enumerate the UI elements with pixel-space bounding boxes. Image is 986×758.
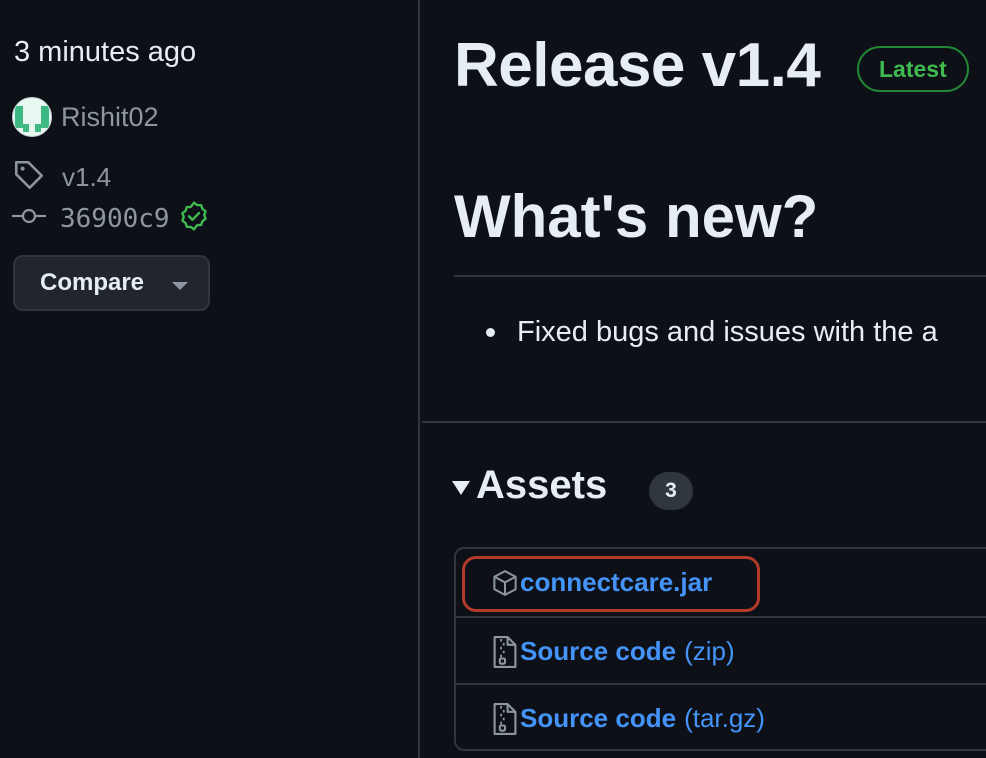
release-time: 3 minutes ago: [14, 36, 197, 68]
whats-new-heading: What's new?: [454, 183, 819, 250]
asset-link-source-zip[interactable]: Source code: [520, 636, 676, 667]
compare-label: Compare: [40, 269, 145, 296]
tag-icon: [12, 158, 46, 197]
assets-title: Assets: [476, 463, 608, 507]
divider: [422, 421, 986, 423]
author-name[interactable]: Rishit02: [61, 102, 159, 133]
verified-icon[interactable]: [178, 200, 210, 237]
asset-row: connectcare.jar: [456, 549, 986, 616]
assets-count-badge: 3: [649, 472, 693, 510]
release-sidebar: 3 minutes ago Rishit02 v1.4 36900c9 Comp…: [0, 0, 420, 758]
file-zip-icon: [490, 702, 520, 736]
assets-toggle[interactable]: Assets: [452, 463, 607, 508]
latest-badge: Latest: [857, 46, 969, 92]
author-link[interactable]: Rishit02: [12, 97, 159, 137]
release-note-text: Fixed bugs and issues with the a: [517, 316, 938, 348]
asset-suffix-targz[interactable]: (tar.gz): [684, 703, 765, 734]
divider: [454, 275, 986, 277]
compare-button[interactable]: Compare: [13, 255, 210, 311]
package-icon: [490, 566, 520, 600]
commit-sha[interactable]: 36900c9: [60, 204, 170, 234]
asset-row: Source code (zip): [456, 616, 986, 685]
assets-list: connectcare.jar Source code (zip) Source…: [454, 547, 986, 751]
asset-row: Source code (tar.gz): [456, 683, 986, 752]
commit-link[interactable]: 36900c9: [12, 200, 210, 237]
tag-label[interactable]: v1.4: [62, 162, 111, 193]
bullet-icon: [486, 328, 495, 337]
git-commit-icon: [12, 204, 46, 233]
list-item: Fixed bugs and issues with the a: [486, 316, 938, 349]
file-zip-icon: [490, 635, 520, 669]
chevron-down-icon: [172, 282, 189, 290]
asset-suffix-zip[interactable]: (zip): [684, 636, 735, 667]
release-main: Release v1.4 Latest What's new? Fixed bu…: [422, 0, 986, 758]
asset-link-connectcare-jar[interactable]: connectcare.jar: [520, 567, 712, 598]
avatar[interactable]: [12, 97, 52, 137]
asset-link-source-targz[interactable]: Source code: [520, 703, 676, 734]
release-title[interactable]: Release v1.4: [454, 30, 821, 101]
triangle-down-icon: [452, 480, 470, 495]
tag-link[interactable]: v1.4: [12, 158, 111, 197]
